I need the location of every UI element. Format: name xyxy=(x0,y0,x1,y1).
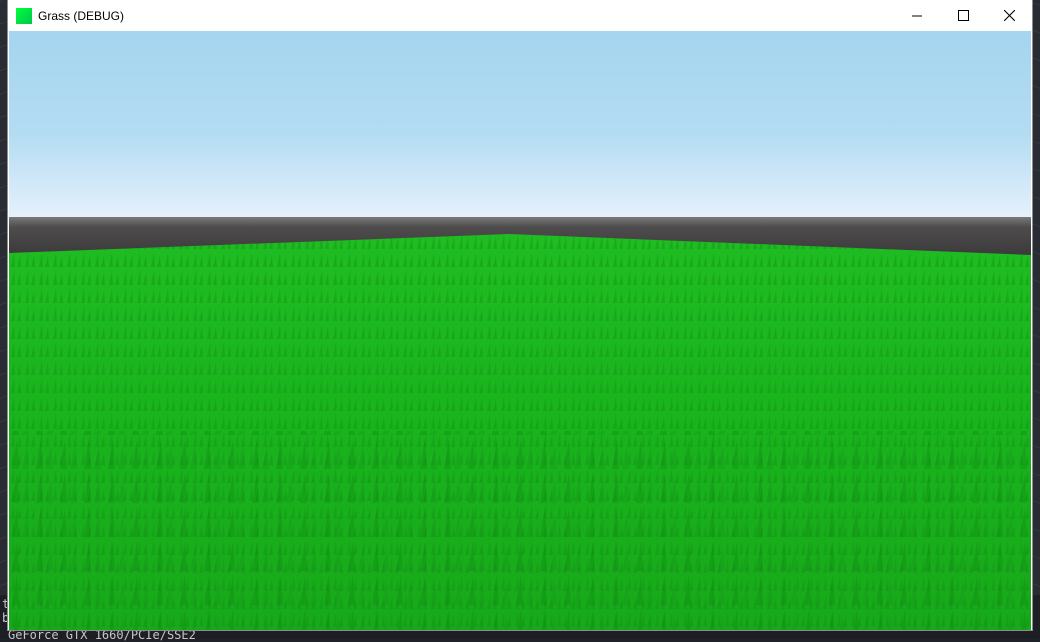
close-icon xyxy=(1003,10,1015,21)
app-window: Grass (DEBUG) xyxy=(8,0,1032,630)
window-title: Grass (DEBUG) xyxy=(38,8,125,23)
render-viewport[interactable] xyxy=(9,31,1031,630)
minimize-icon xyxy=(912,15,922,16)
sky xyxy=(9,31,1031,217)
app-icon xyxy=(16,7,32,24)
background-desktop-right xyxy=(1031,0,1040,639)
close-button[interactable] xyxy=(986,0,1032,31)
title-bar[interactable]: Grass (DEBUG) xyxy=(8,0,1032,31)
maximize-icon xyxy=(957,10,969,21)
console-gpu-info: GeForce GTX 1660/PCIe/SSE2 xyxy=(8,628,196,642)
maximize-button[interactable] xyxy=(940,0,986,31)
grass-field xyxy=(9,234,1031,630)
minimize-button[interactable] xyxy=(894,0,940,31)
caption-buttons xyxy=(894,0,1032,31)
